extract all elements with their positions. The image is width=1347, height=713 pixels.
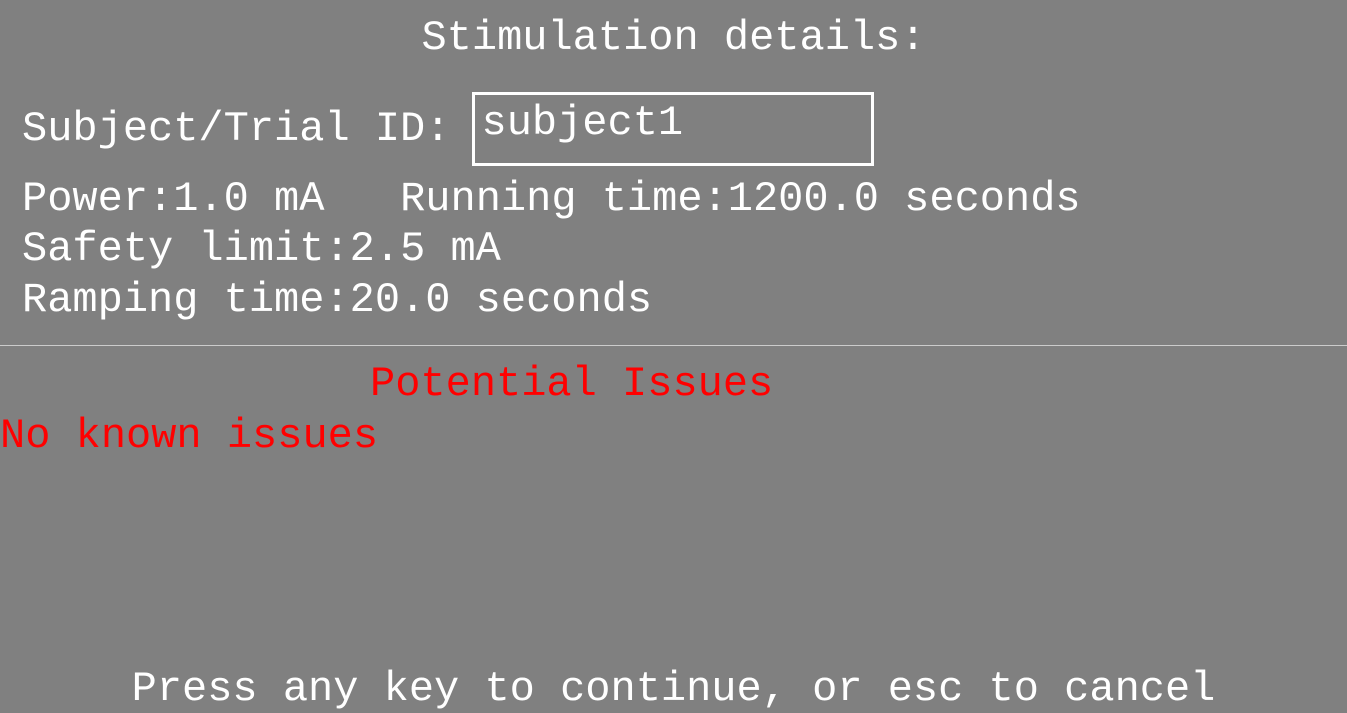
issues-text: No known issues <box>0 412 1347 460</box>
subject-id-input[interactable] <box>472 92 874 166</box>
power-label: Power: <box>22 175 173 223</box>
issues-panel: Potential Issues No known issues <box>0 346 1347 460</box>
subject-id-label: Subject/Trial ID: <box>22 105 450 153</box>
safety-limit-row: Safety limit:2.5 mA <box>22 224 1347 274</box>
issues-title: Potential Issues <box>370 360 1347 408</box>
panel-title: Stimulation details: <box>0 14 1347 62</box>
running-time-label: Running time: <box>400 175 728 223</box>
safety-limit-value: 2.5 mA <box>350 225 501 273</box>
continue-prompt[interactable]: Press any key to continue, or esc to can… <box>0 665 1347 713</box>
power-running-row: Power:1.0 mA Running time:1200.0 seconds <box>22 174 1347 224</box>
stimulation-details-panel: Stimulation details: Subject/Trial ID: P… <box>0 0 1347 346</box>
ramping-time-value: 20.0 seconds <box>350 276 652 324</box>
power-value: 1.0 mA <box>173 175 324 223</box>
ramping-time-label: Ramping time: <box>22 276 350 324</box>
safety-limit-label: Safety limit: <box>22 225 350 273</box>
subject-id-row: Subject/Trial ID: <box>22 92 1347 166</box>
ramping-time-row: Ramping time:20.0 seconds <box>22 275 1347 325</box>
running-time-value: 1200.0 seconds <box>728 175 1081 223</box>
